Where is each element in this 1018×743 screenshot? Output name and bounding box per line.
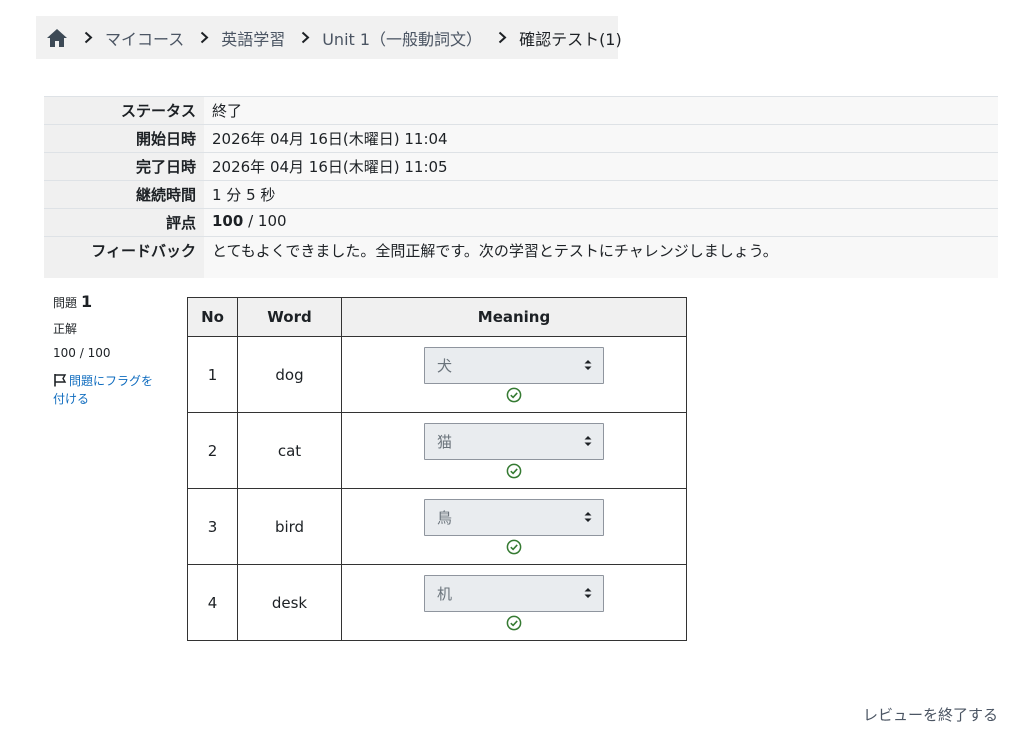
flag-icon xyxy=(53,373,67,387)
chevron-right-icon xyxy=(84,31,93,45)
duration-label: 継続時間 xyxy=(44,180,204,209)
summary-row-duration: 継続時間 1 分 5 秒 xyxy=(44,180,998,209)
completed-label: 完了日時 xyxy=(44,152,204,181)
correct-check-icon xyxy=(506,539,522,554)
question-grade: 100 / 100 xyxy=(53,346,111,360)
word-meaning-table: No Word Meaning 1 dog 犬 2 cat 猫 3 bird 鳥… xyxy=(187,297,687,641)
meaning-selected-value: 猫 xyxy=(437,432,453,451)
started-value: 2026年 04月 16日(木曜日) 11:04 xyxy=(204,124,998,153)
row-word: cat xyxy=(237,412,342,489)
started-label: 開始日時 xyxy=(44,124,204,153)
row-no: 1 xyxy=(187,336,238,413)
question-num: 1 xyxy=(81,292,93,311)
feedback-label: フィードバック xyxy=(44,236,204,278)
row-meaning: 猫 xyxy=(341,412,687,489)
meaning-selected-value: 机 xyxy=(437,584,453,603)
meaning-select[interactable]: 机 xyxy=(424,574,604,612)
correct-check-icon xyxy=(506,615,522,630)
table-row: 4 desk 机 xyxy=(187,564,687,641)
row-no: 4 xyxy=(187,564,238,641)
summary-row-grade: 評点 100 / 100 xyxy=(44,208,998,237)
summary-row-feedback: フィードバック とてもよくできました。全問正解です。次の学習とテストにチャレンジ… xyxy=(44,236,998,278)
table-header-row: No Word Meaning xyxy=(187,297,687,337)
row-no: 2 xyxy=(187,412,238,489)
chevron-right-icon xyxy=(200,31,209,45)
row-word: dog xyxy=(237,336,342,413)
meaning-select[interactable]: 鳥 xyxy=(424,498,604,536)
home-icon[interactable] xyxy=(46,26,68,50)
select-arrows-icon xyxy=(583,358,593,372)
question-label: 問題 xyxy=(53,296,78,310)
question-number: 問題 1 xyxy=(53,292,153,314)
row-no: 3 xyxy=(187,488,238,565)
header-meaning: Meaning xyxy=(341,297,687,337)
breadcrumb: マイコース 英語学習 Unit 1（一般動詞文） 確認テスト(1) xyxy=(36,16,622,59)
completed-value: 2026年 04月 16日(木曜日) 11:05 xyxy=(204,152,998,181)
finish-review-link[interactable]: レビューを終了する xyxy=(863,704,998,725)
flag-label: 問題にフラグを付ける xyxy=(53,374,154,406)
breadcrumb-item-section[interactable]: Unit 1（一般動詞文） xyxy=(322,26,482,50)
meaning-select[interactable]: 犬 xyxy=(424,346,604,384)
summary-row-status: ステータス 終了 xyxy=(44,96,998,125)
row-word: desk xyxy=(237,564,342,641)
duration-value: 1 分 5 秒 xyxy=(204,180,998,209)
chevron-right-icon xyxy=(301,31,310,45)
status-label: ステータス xyxy=(44,96,204,125)
row-meaning: 犬 xyxy=(341,336,687,413)
chevron-right-icon xyxy=(498,31,507,45)
row-meaning: 鳥 xyxy=(341,488,687,565)
summary-row-completed: 完了日時 2026年 04月 16日(木曜日) 11:05 xyxy=(44,152,998,181)
select-arrows-icon xyxy=(583,586,593,600)
breadcrumb-item-course[interactable]: 英語学習 xyxy=(221,26,285,50)
grade-score: 100 xyxy=(212,212,244,230)
header-no: No xyxy=(187,297,238,337)
flag-question-link[interactable]: 問題にフラグを付ける xyxy=(53,372,153,408)
grade-label: 評点 xyxy=(44,208,204,237)
breadcrumb-item-current: 確認テスト(1) xyxy=(519,29,622,49)
question-state: 正解 xyxy=(53,322,78,336)
select-arrows-icon xyxy=(583,510,593,524)
question-info: 問題 1 正解 100 / 100 問題にフラグを付ける xyxy=(53,292,153,408)
row-word: bird xyxy=(237,488,342,565)
grade-max: / 100 xyxy=(243,212,287,230)
table-row: 1 dog 犬 xyxy=(187,336,687,413)
summary-row-started: 開始日時 2026年 04月 16日(木曜日) 11:04 xyxy=(44,124,998,153)
grade-value: 100 / 100 xyxy=(204,208,998,237)
table-row: 2 cat 猫 xyxy=(187,412,687,489)
status-value: 終了 xyxy=(204,96,998,125)
feedback-value: とてもよくできました。全問正解です。次の学習とテストにチャレンジしましょう。 xyxy=(204,236,998,278)
select-arrows-icon xyxy=(583,434,593,448)
row-meaning: 机 xyxy=(341,564,687,641)
meaning-select[interactable]: 猫 xyxy=(424,422,604,460)
breadcrumb-item-my-courses[interactable]: マイコース xyxy=(105,26,184,50)
attempt-summary-table: ステータス 終了 開始日時 2026年 04月 16日(木曜日) 11:04 完… xyxy=(44,96,998,278)
meaning-selected-value: 鳥 xyxy=(437,508,453,527)
meaning-selected-value: 犬 xyxy=(437,356,453,375)
correct-check-icon xyxy=(506,463,522,478)
header-word: Word xyxy=(237,297,342,337)
table-row: 3 bird 鳥 xyxy=(187,488,687,565)
correct-check-icon xyxy=(506,387,522,402)
